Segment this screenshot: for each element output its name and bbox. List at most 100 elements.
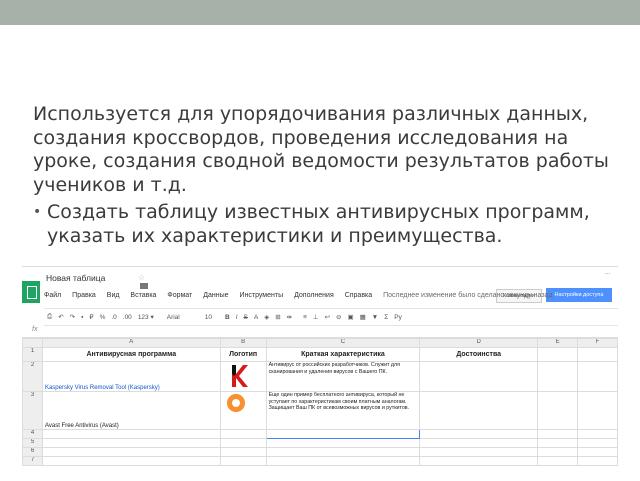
chart-icon[interactable]: ▦ bbox=[360, 313, 366, 321]
print-icon[interactable]: ⎙ bbox=[47, 313, 52, 321]
column-header-a[interactable]: A bbox=[41, 338, 221, 348]
column-header-b[interactable]: B bbox=[219, 338, 267, 348]
table-cell[interactable] bbox=[537, 438, 579, 448]
font-dropdown[interactable]: Arial bbox=[167, 314, 180, 321]
bold-button[interactable]: B bbox=[225, 314, 230, 321]
menu-addons[interactable]: Дополнения bbox=[294, 292, 334, 299]
table-cell[interactable] bbox=[219, 456, 267, 466]
table-cell[interactable] bbox=[419, 447, 539, 457]
input-tools-icon[interactable]: Ру bbox=[394, 314, 402, 321]
table-cell[interactable] bbox=[537, 456, 579, 466]
cell-description-avast[interactable]: Еще один пример бесплатного антивируса, … bbox=[265, 391, 421, 430]
menu-tools[interactable]: Инструменты bbox=[239, 292, 283, 299]
merge-icon[interactable]: ⇹ bbox=[287, 313, 292, 321]
functions-button[interactable]: Σ bbox=[384, 314, 388, 321]
table-cell[interactable] bbox=[577, 361, 618, 392]
table-cell[interactable] bbox=[41, 447, 221, 457]
filter-icon[interactable]: ▼ bbox=[372, 314, 378, 321]
table-cell[interactable] bbox=[219, 429, 267, 439]
italic-button[interactable]: I bbox=[236, 314, 238, 321]
table-cell[interactable] bbox=[41, 438, 221, 448]
grid-corner[interactable] bbox=[22, 338, 43, 348]
table-cell[interactable] bbox=[265, 456, 421, 466]
header-cell-description[interactable]: Краткая характеристика bbox=[265, 347, 421, 362]
table-cell[interactable] bbox=[577, 456, 618, 466]
menu-edit[interactable]: Правка bbox=[72, 292, 96, 299]
table-cell[interactable] bbox=[537, 391, 579, 430]
borders-icon[interactable]: ⊞ bbox=[275, 313, 280, 321]
row-header-4[interactable]: 4 bbox=[22, 429, 43, 439]
table-cell[interactable] bbox=[419, 438, 539, 448]
cell-program-avast[interactable]: Avast Free Antivirus (Avast) bbox=[41, 391, 221, 430]
formula-bar[interactable]: fx bbox=[22, 325, 618, 338]
table-cell[interactable] bbox=[419, 429, 539, 439]
table-cell[interactable] bbox=[577, 347, 618, 362]
wrap-icon[interactable]: ↩ bbox=[325, 313, 330, 321]
table-cell[interactable] bbox=[419, 391, 539, 430]
document-title[interactable]: Новая таблица bbox=[46, 273, 105, 283]
strikethrough-button[interactable]: S bbox=[244, 314, 248, 321]
table-cell[interactable] bbox=[537, 429, 579, 439]
header-cell-program[interactable]: Антивирусная программа bbox=[41, 347, 221, 362]
header-cell-advantages[interactable]: Достоинства bbox=[419, 347, 539, 362]
redo-icon[interactable]: ↷ bbox=[70, 313, 75, 321]
table-cell[interactable] bbox=[219, 438, 267, 448]
percent-button[interactable]: % bbox=[100, 314, 106, 321]
table-cell[interactable] bbox=[41, 429, 221, 439]
paint-format-icon[interactable]: ▪ bbox=[81, 314, 83, 321]
table-cell[interactable] bbox=[41, 456, 221, 466]
table-cell[interactable] bbox=[219, 447, 267, 457]
menu-format[interactable]: Формат bbox=[167, 292, 192, 299]
table-cell[interactable] bbox=[577, 429, 618, 439]
table-cell[interactable] bbox=[577, 447, 618, 457]
menu-data[interactable]: Данные bbox=[203, 292, 228, 299]
table-cell[interactable] bbox=[265, 447, 421, 457]
currency-button[interactable]: ₽ bbox=[89, 313, 93, 321]
comment-icon[interactable]: ▣ bbox=[347, 313, 353, 321]
spreadsheet-grid: A B C D E F 1 Антивирусная программа Лог… bbox=[22, 338, 618, 466]
increase-decimals-button[interactable]: .00 bbox=[123, 314, 132, 321]
undo-icon[interactable]: ↶ bbox=[58, 313, 63, 321]
column-header-e[interactable]: E bbox=[537, 338, 579, 348]
number-format-dropdown[interactable]: 123 ▾ bbox=[138, 313, 154, 321]
row-header-5[interactable]: 5 bbox=[22, 438, 43, 448]
column-header-c[interactable]: C bbox=[265, 338, 421, 348]
row-header-1[interactable]: 1 bbox=[22, 347, 43, 362]
menu-file[interactable]: Файл bbox=[44, 292, 61, 299]
column-header-d[interactable]: D bbox=[419, 338, 539, 348]
star-icon[interactable]: ☆ bbox=[138, 273, 145, 282]
align-left-icon[interactable]: ≡ bbox=[303, 314, 307, 321]
table-cell[interactable] bbox=[537, 361, 579, 392]
sheets-logo-icon[interactable] bbox=[22, 281, 40, 303]
row-header-6[interactable]: 6 bbox=[22, 447, 43, 457]
last-edit-status[interactable]: Последнее изменение было сделано секунду… bbox=[383, 292, 552, 299]
menu-insert[interactable]: Вставка bbox=[130, 292, 156, 299]
text-color-button[interactable]: A bbox=[254, 314, 258, 321]
table-cell[interactable] bbox=[419, 456, 539, 466]
account-info[interactable]: ... bbox=[605, 270, 610, 276]
row-header-3[interactable]: 3 bbox=[22, 391, 43, 430]
cell-program-kaspersky[interactable]: Kaspersky Virus Removal Tool (Kaspersky) bbox=[41, 361, 221, 392]
table-cell[interactable] bbox=[577, 438, 618, 448]
table-cell[interactable] bbox=[537, 447, 579, 457]
font-size-dropdown[interactable]: 10 bbox=[205, 314, 212, 321]
cell-description-kaspersky[interactable]: Антивирус от российских разработчиков. С… bbox=[265, 361, 421, 392]
table-cell[interactable] bbox=[265, 438, 421, 448]
folder-icon[interactable] bbox=[140, 283, 148, 289]
link-icon[interactable]: ⊖ bbox=[336, 313, 341, 321]
decrease-decimals-button[interactable]: .0 bbox=[111, 314, 116, 321]
table-cell[interactable] bbox=[419, 361, 539, 392]
selected-cell[interactable] bbox=[265, 429, 421, 439]
header-cell-logo[interactable]: Логотип bbox=[219, 347, 267, 362]
menu-help[interactable]: Справка bbox=[345, 292, 372, 299]
cell-logo-kaspersky[interactable] bbox=[219, 361, 267, 392]
row-header-2[interactable]: 2 bbox=[22, 361, 43, 392]
fill-color-icon[interactable]: ◈ bbox=[264, 313, 269, 321]
cell-logo-avast[interactable] bbox=[219, 391, 267, 430]
row-header-7[interactable]: 7 bbox=[22, 456, 43, 466]
valign-icon[interactable]: ⊥ bbox=[313, 313, 319, 321]
table-cell[interactable] bbox=[537, 347, 579, 362]
table-cell[interactable] bbox=[577, 391, 618, 430]
column-header-f[interactable]: F bbox=[577, 338, 618, 348]
menu-view[interactable]: Вид bbox=[107, 292, 120, 299]
